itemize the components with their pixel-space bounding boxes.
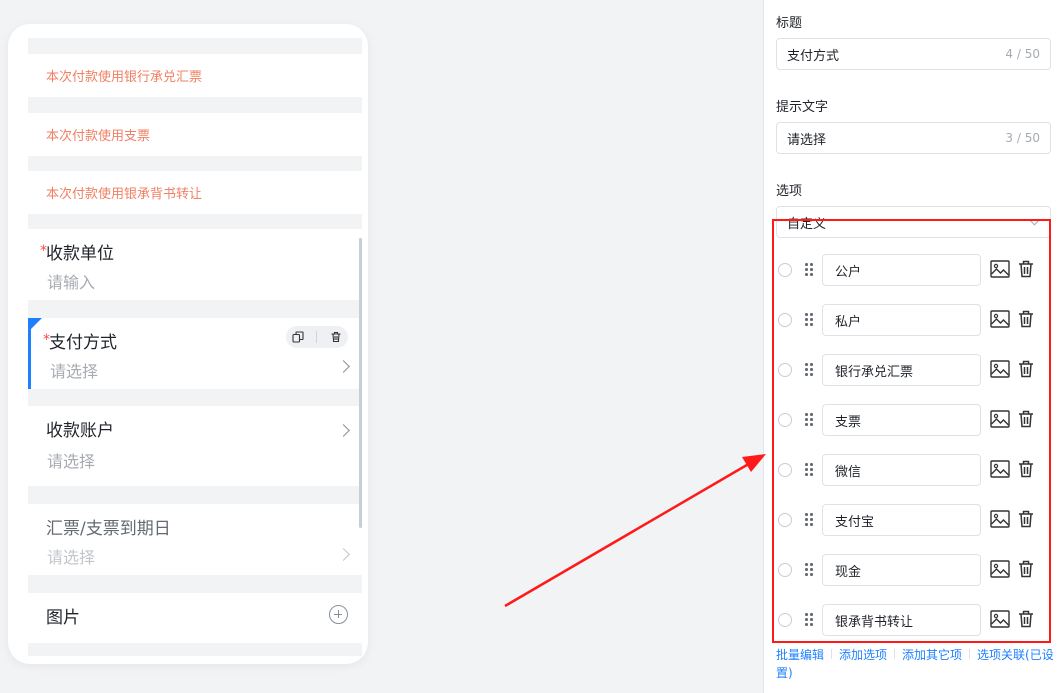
field-payee-account[interactable]: 收款账户 请选择 <box>28 406 362 486</box>
tip-text: 本次付款使用银承背书转让 <box>46 187 203 202</box>
field-image[interactable]: 图片 <box>28 593 362 643</box>
field-label: 收款单位 <box>46 244 114 264</box>
field-placeholder: 请选择 <box>47 548 96 567</box>
add-option-link[interactable]: 添加选项 <box>839 648 887 662</box>
tip-text: 本次付款使用银行承兑汇票 <box>46 70 203 85</box>
arrow-line <box>504 460 753 608</box>
tip-text: 本次付款使用支票 <box>46 129 151 144</box>
field-payee[interactable]: * 收款单位 请输入 <box>28 229 362 300</box>
options-section-label: 选项 <box>776 184 803 199</box>
field-label: 汇票/支票到期日 <box>46 519 171 539</box>
chevron-right-icon <box>337 360 350 373</box>
toolbar-divider <box>316 331 318 343</box>
chevron-right-icon <box>337 424 350 437</box>
delete-icon[interactable] <box>330 328 342 347</box>
field-placeholder: 请选择 <box>47 452 96 471</box>
hint-char-count: 3 / 50 <box>1005 131 1040 145</box>
hint-input[interactable]: 请选择 3 / 50 <box>776 122 1051 154</box>
link-divider <box>831 649 833 659</box>
copy-icon[interactable] <box>292 328 304 347</box>
scrollbar[interactable] <box>359 238 362 528</box>
title-input[interactable]: 支付方式 4 / 50 <box>776 38 1051 70</box>
field-toolbar <box>286 326 348 348</box>
tip-text-row: 本次付款使用银行承兑汇票 <box>28 54 362 97</box>
field-payment-method[interactable]: * 支付方式 请选择 <box>28 318 362 389</box>
title-char-count: 4 / 50 <box>1005 47 1040 61</box>
add-other-link[interactable]: 添加其它项 <box>902 648 962 662</box>
title-section-label: 标题 <box>776 16 803 31</box>
tip-text-row: 本次付款使用支票 <box>28 113 362 156</box>
field-placeholder: 请选择 <box>50 362 99 381</box>
link-divider <box>894 649 896 659</box>
link-divider <box>969 649 971 659</box>
option-actions: 批量编辑 添加选项 添加其它项 选项关联(已设置) <box>776 646 1056 682</box>
add-image-icon[interactable] <box>329 605 348 624</box>
title-input-value: 支付方式 <box>787 48 840 64</box>
hint-section-label: 提示文字 <box>776 100 829 115</box>
tip-text-row: 本次付款使用银承背书转让 <box>28 171 362 214</box>
field-placeholder: 请输入 <box>47 273 96 292</box>
field-due-date[interactable]: 汇票/支票到期日 请选择 <box>28 504 362 575</box>
form-preview-screen: 本次付款使用银行承兑汇票 本次付款使用支票 本次付款使用银承背书转让 * 收款单… <box>28 38 362 656</box>
chevron-right-icon <box>337 548 350 561</box>
field-label: 支付方式 <box>49 333 117 353</box>
mobile-preview: 本次付款使用银行承兑汇票 本次付款使用支票 本次付款使用银承背书转让 * 收款单… <box>8 24 368 664</box>
field-label: 图片 <box>46 608 80 628</box>
hint-input-value: 请选择 <box>787 132 827 148</box>
highlight-box <box>772 219 1051 643</box>
batch-edit-link[interactable]: 批量编辑 <box>776 648 824 662</box>
field-label: 收款账户 <box>46 421 114 441</box>
